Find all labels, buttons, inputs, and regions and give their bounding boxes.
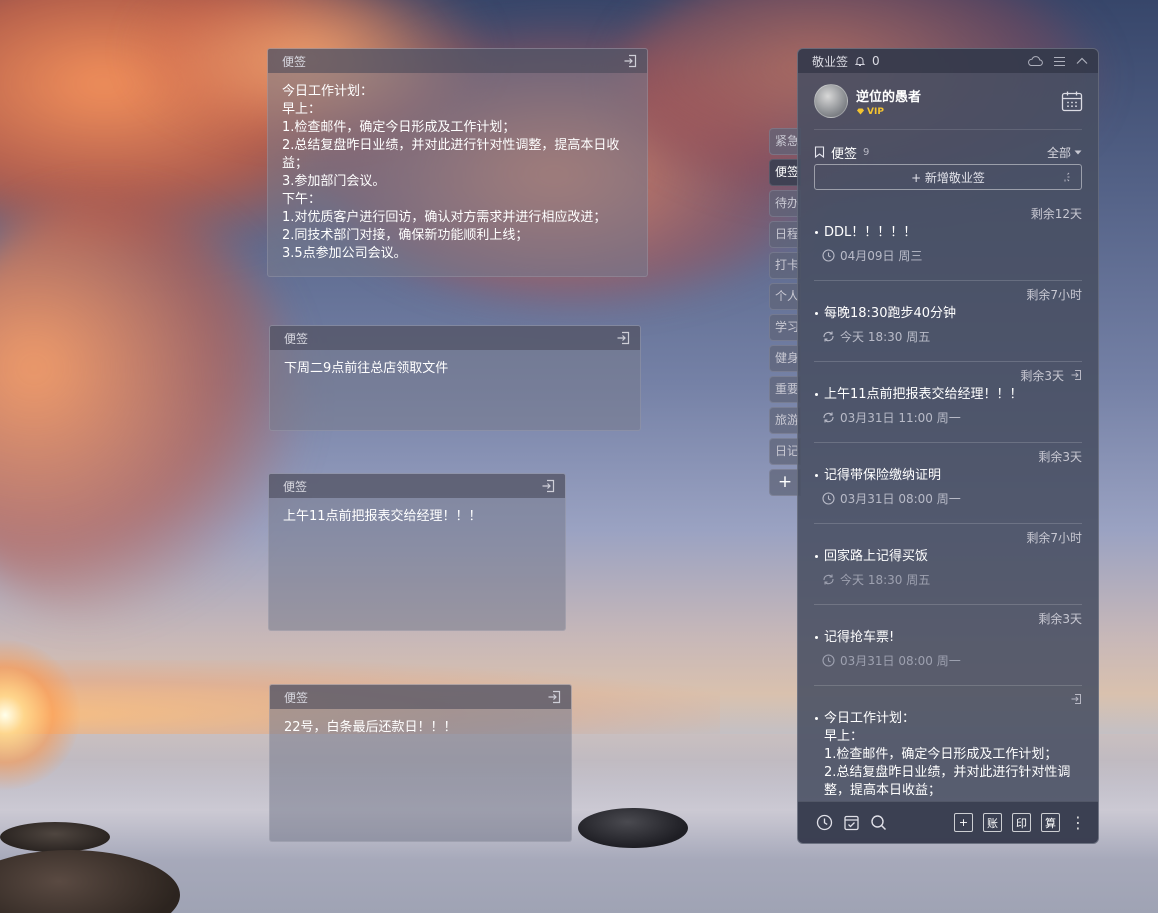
sticky-note[interactable]: 便签 下周二9点前往总店领取文件 (269, 325, 641, 431)
exit-icon[interactable] (616, 331, 630, 345)
item-time: 03月31日 11:00 周一 (840, 411, 961, 425)
vip-label: VIP (867, 106, 884, 117)
list-item[interactable]: 剩余7小时 每晚18:30跑步40分钟 今天 18:30 周五 (814, 281, 1082, 362)
item-time: 03月31日 08:00 周一 (840, 654, 961, 668)
bell-count: 0 (872, 54, 880, 68)
note-title: 便签 (282, 54, 307, 69)
diamond-icon (856, 108, 865, 115)
item-time: 04月09日 周三 (840, 249, 923, 263)
add-button[interactable]: + (954, 813, 973, 832)
list-item[interactable]: 剩余3天 上午11点前把报表交给经理！！！ 03月31日 11:00 周一 (814, 362, 1082, 443)
new-note-label: + 新增敬业签 (911, 170, 985, 185)
note-body[interactable]: 今日工作计划： 早上： 1.检查邮件，确定今日形成及工作计划； 2.总结复盘昨日… (268, 73, 647, 273)
panel-footer: + 账 印 算 ⋮ (798, 801, 1098, 843)
collapse-icon[interactable] (1076, 57, 1088, 65)
section-count: 9 (863, 146, 870, 158)
note-list: 剩余12天 DDL！！！！！ 04月09日 周三 剩余7小时 每晚18:30跑步… (798, 200, 1098, 798)
exit-icon[interactable] (1070, 369, 1082, 381)
note-header[interactable]: 便签 (270, 326, 640, 350)
search-icon[interactable] (870, 814, 887, 831)
clock-icon (822, 249, 835, 262)
bell-icon[interactable] (854, 55, 866, 67)
note-body[interactable]: 上午11点前把报表交给经理！！！ (269, 498, 565, 536)
item-title: DDL！！！！！ (814, 224, 1082, 241)
remaining-time: 剩余7小时 (1026, 287, 1082, 302)
remaining-time: 剩余3天 (1038, 449, 1082, 464)
bookmark-icon (814, 146, 825, 158)
item-title: 回家路上记得买饭 (814, 548, 1082, 565)
section-header: 便签 9 全部 (798, 130, 1098, 164)
note-title: 便签 (284, 331, 309, 346)
note-title: 便签 (283, 479, 308, 494)
filter-dropdown[interactable]: 全部 (1047, 144, 1082, 161)
checklist-icon[interactable] (843, 814, 860, 831)
section-title: 便签 (831, 146, 858, 162)
sticky-note[interactable]: 便签 今日工作计划： 早上： 1.检查邮件，确定今日形成及工作计划； 2.总结复… (267, 48, 648, 277)
item-time: 今天 18:30 周五 (840, 573, 931, 587)
calendar-icon[interactable] (1060, 89, 1084, 113)
caret-down-icon (1074, 150, 1082, 155)
item-time: 03月31日 08:00 周一 (840, 492, 961, 506)
history-clock-icon[interactable] (816, 814, 833, 831)
avatar[interactable] (814, 84, 848, 118)
exit-icon[interactable] (623, 54, 637, 68)
cloud-sync-icon[interactable] (1027, 55, 1043, 67)
item-title: 上午11点前把报表交给经理！！！ (814, 386, 1082, 403)
repeat-icon (822, 330, 835, 343)
exit-icon[interactable] (1070, 693, 1082, 705)
item-time: 今天 18:30 周五 (840, 330, 931, 344)
notes-panel: 敬业签 0 逆位的愚者 VIP 便签 9 全部 + 新增敬业签 剩余12天 DD… (797, 48, 1099, 844)
remaining-time: 剩余7小时 (1026, 530, 1082, 545)
sticky-note[interactable]: 便签 上午11点前把报表交给经理！！！ (268, 473, 566, 631)
calculator-button[interactable]: 算 (1041, 813, 1060, 832)
account-button[interactable]: 账 (983, 813, 1002, 832)
list-item[interactable]: 剩余3天 记得抢车票! 03月31日 08:00 周一 (814, 605, 1082, 686)
item-title: 今日工作计划： 早上： 1.检查邮件，确定今日形成及工作计划； 2.总结复盘昨日… (814, 710, 1082, 800)
list-item[interactable]: 剩余12天 DDL！！！！！ 04月09日 周三 (814, 200, 1082, 281)
remaining-time: 剩余12天 (1030, 206, 1082, 221)
list-item[interactable]: 剩余3天 记得带保险缴纳证明 03月31日 08:00 周一 (814, 443, 1082, 524)
vip-badge: VIP (856, 107, 921, 117)
clock-icon (822, 492, 835, 505)
sticky-note[interactable]: 便签 22号，白条最后还款日！！！ (269, 684, 572, 842)
menu-icon[interactable] (1053, 56, 1066, 67)
note-header[interactable]: 便签 (270, 685, 571, 709)
profile-area: 逆位的愚者 VIP (798, 73, 1098, 129)
note-title: 便签 (284, 690, 309, 705)
app-name: 敬业签 (812, 54, 849, 69)
clock-icon (822, 654, 835, 667)
item-title: 记得抢车票! (814, 629, 1082, 646)
exit-icon[interactable] (547, 690, 561, 704)
item-title: 记得带保险缴纳证明 (814, 467, 1082, 484)
print-button[interactable]: 印 (1012, 813, 1031, 832)
list-item[interactable]: 剩余7小时 回家路上记得买饭 今天 18:30 周五 (814, 524, 1082, 605)
panel-titlebar[interactable]: 敬业签 0 (798, 49, 1098, 73)
repeat-icon (822, 411, 835, 424)
note-header[interactable]: 便签 (269, 474, 565, 498)
note-header[interactable]: 便签 (268, 49, 647, 73)
list-item[interactable]: 今日工作计划： 早上： 1.检查邮件，确定今日形成及工作计划； 2.总结复盘昨日… (814, 686, 1082, 798)
filter-label: 全部 (1046, 145, 1071, 160)
repeat-icon (822, 573, 835, 586)
new-note-button[interactable]: + 新增敬业签 (814, 164, 1082, 190)
remaining-time: 剩余3天 (1038, 611, 1082, 626)
exit-icon[interactable] (541, 479, 555, 493)
loading-icon (1059, 171, 1071, 183)
note-body[interactable]: 22号，白条最后还款日！！！ (270, 709, 571, 747)
remaining-time: 剩余3天 (1020, 368, 1064, 383)
username[interactable]: 逆位的愚者 (856, 86, 921, 105)
more-options-icon[interactable]: ⋮ (1070, 814, 1086, 831)
note-body[interactable]: 下周二9点前往总店领取文件 (270, 350, 640, 388)
item-title: 每晚18:30跑步40分钟 (814, 305, 1082, 322)
